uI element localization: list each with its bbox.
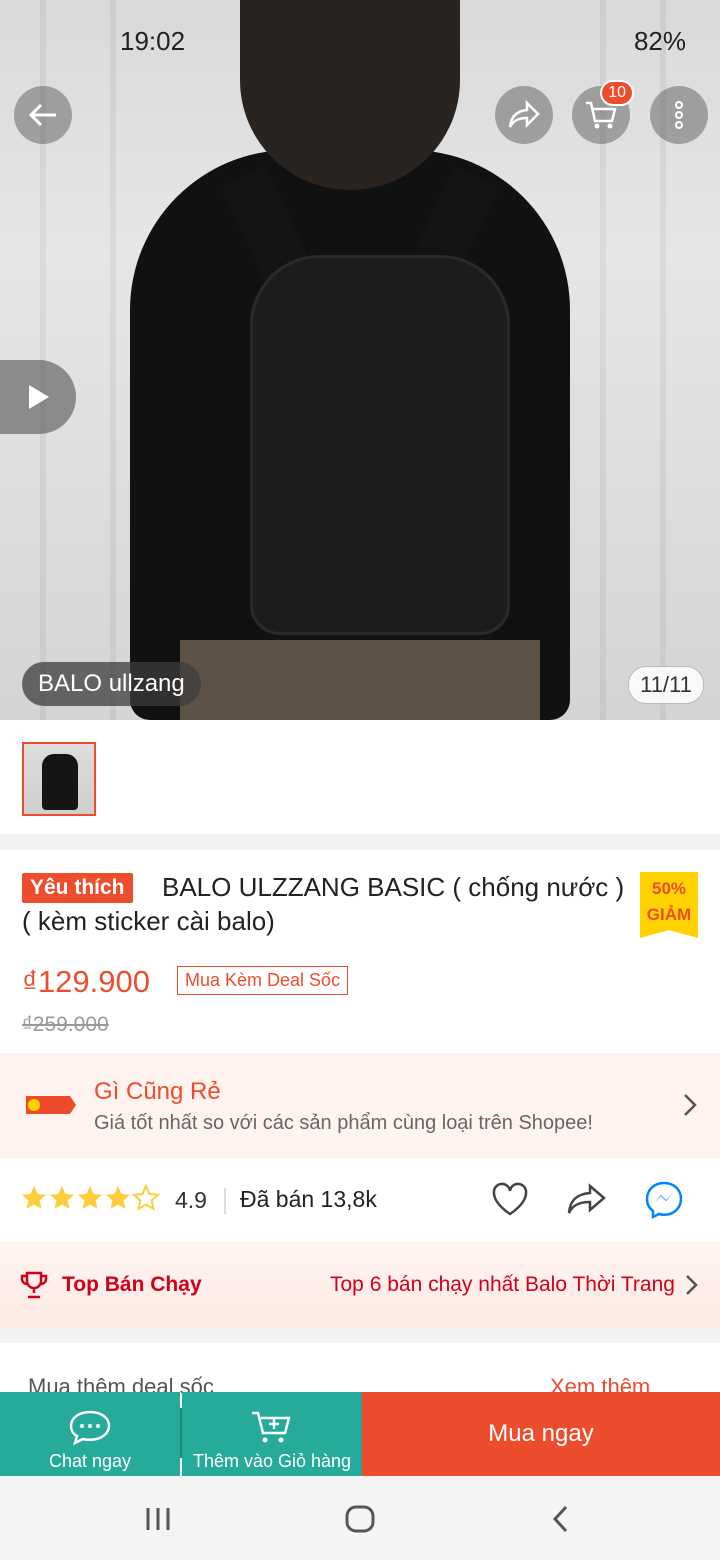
share-icon[interactable] bbox=[566, 1180, 608, 1218]
trophy-icon bbox=[20, 1271, 48, 1299]
rating-value: 4.9 bbox=[175, 1187, 207, 1213]
chevron-right-icon bbox=[686, 1275, 698, 1295]
top-sell-description: Top 6 bán chạy nhất Balo Thời Trang bbox=[330, 1273, 675, 1296]
cheap-title: Gì Cũng Rẻ bbox=[94, 1078, 221, 1105]
cart-count-badge: 10 bbox=[600, 80, 634, 106]
deal-tag[interactable]: Mua Kèm Deal Sốc bbox=[177, 966, 349, 995]
thumbnail-strip bbox=[0, 720, 720, 834]
image-label: BALO ullzang bbox=[22, 662, 201, 706]
battery-level: 82% bbox=[633, 26, 686, 56]
image-counter: 11/11 bbox=[628, 666, 704, 704]
cheap-description: Giá tốt nhất so với các sản phẩm cùng lo… bbox=[94, 1112, 593, 1134]
play-video-button[interactable] bbox=[0, 360, 76, 434]
buy-now-button[interactable]: Mua ngay bbox=[362, 1392, 720, 1476]
product-price: ₫129.900 bbox=[22, 964, 150, 999]
thumbnail-image[interactable] bbox=[22, 742, 96, 816]
top-sell-label: Top Bán Chạy bbox=[62, 1273, 202, 1296]
gi-cung-re-logo-icon bbox=[26, 1096, 76, 1114]
messenger-icon[interactable] bbox=[644, 1180, 688, 1220]
share-icon bbox=[508, 100, 540, 129]
favorite-tag: Yêu thích bbox=[22, 873, 133, 903]
more-dots-icon bbox=[675, 101, 683, 129]
chat-now-button[interactable]: Chat ngay bbox=[0, 1392, 180, 1476]
back-arrow-icon bbox=[28, 103, 56, 127]
backpack-image bbox=[250, 255, 510, 635]
cart-button[interactable]: 10 bbox=[572, 80, 634, 144]
add-cart-icon bbox=[252, 1411, 291, 1443]
back-nav-icon[interactable] bbox=[550, 1504, 570, 1534]
add-to-cart-label: Thêm vào Giỏ hàng bbox=[192, 1451, 352, 1471]
chevron-right-icon bbox=[684, 1094, 697, 1116]
share-button[interactable] bbox=[495, 86, 553, 144]
status-time: 19:02 bbox=[120, 26, 186, 56]
rating-stars-icon bbox=[22, 1185, 159, 1210]
home-icon[interactable] bbox=[344, 1504, 376, 1534]
system-nav-bar bbox=[0, 1476, 720, 1560]
discount-badge: 50% GIẢM bbox=[640, 872, 698, 938]
play-icon bbox=[29, 385, 49, 409]
original-price: ₫259.000 bbox=[22, 1013, 109, 1036]
status-bar: 19:02 82% bbox=[0, 0, 720, 80]
rating-divider bbox=[224, 1188, 226, 1214]
heart-icon[interactable] bbox=[490, 1180, 530, 1218]
recent-apps-icon[interactable] bbox=[144, 1506, 172, 1532]
discount-word: GIẢM bbox=[646, 905, 692, 924]
more-options-button[interactable] bbox=[650, 86, 708, 144]
sold-count: Đã bán 13,8k bbox=[240, 1186, 377, 1212]
chat-bubble-icon bbox=[69, 1410, 111, 1445]
chat-now-label: Chat ngay bbox=[48, 1451, 132, 1471]
discount-percent: 50% bbox=[651, 879, 687, 898]
back-button[interactable] bbox=[14, 86, 72, 144]
model-pants bbox=[180, 640, 540, 720]
add-to-cart-button[interactable]: Thêm vào Giỏ hàng bbox=[182, 1392, 362, 1476]
